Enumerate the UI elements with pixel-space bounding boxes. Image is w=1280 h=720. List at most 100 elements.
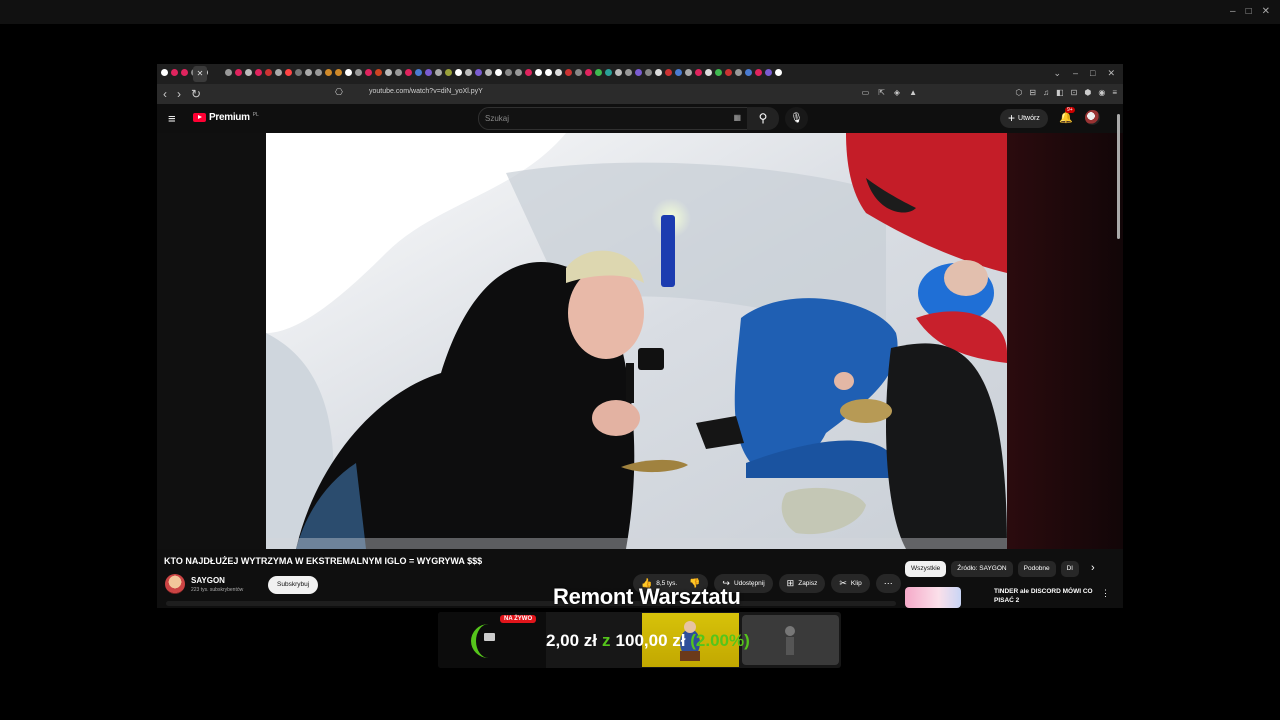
url-text[interactable]: youtube.com/watch?v=diN_yoXl.pyY [369, 88, 483, 95]
browser-tab-favicon[interactable] [535, 69, 542, 76]
browser-tab-favicon[interactable] [595, 69, 602, 76]
browser-tab-favicon[interactable] [725, 69, 732, 76]
minimize-button[interactable]: – [1230, 6, 1236, 17]
browser-tab-favicon[interactable] [615, 69, 622, 76]
browser-tab-favicon[interactable] [735, 69, 742, 76]
browser-tab-favicon[interactable] [645, 69, 652, 76]
browser-tab-favicon[interactable] [485, 69, 492, 76]
screenshot-icon[interactable]: ⊡ [1071, 88, 1078, 97]
browser-tab-favicon[interactable] [245, 69, 252, 76]
browser-tab-favicon[interactable] [415, 69, 422, 76]
browser-tab-favicon[interactable] [161, 69, 168, 76]
browser-tab-favicon[interactable] [665, 69, 672, 76]
rewards-icon[interactable]: ▲ [909, 88, 917, 97]
browser-tab-favicon[interactable] [505, 69, 512, 76]
browser-tab-favicon[interactable] [395, 69, 402, 76]
browser-tab-favicon[interactable] [525, 69, 532, 76]
browser-tab-favicon[interactable] [305, 69, 312, 76]
browser-tab-favicon[interactable] [465, 69, 472, 76]
browser-minimize-button[interactable]: – [1073, 68, 1078, 79]
browser-tab-favicon[interactable] [695, 69, 702, 76]
browser-tab-favicon[interactable] [745, 69, 752, 76]
browser-tab-favicon[interactable] [565, 69, 572, 76]
browser-tab-favicon[interactable] [635, 69, 642, 76]
browser-tab-favicon[interactable] [285, 69, 292, 76]
clip-button[interactable]: ✂ Klip [831, 574, 870, 593]
browser-tab-favicon[interactable] [365, 69, 372, 76]
browser-tab-favicon[interactable] [675, 69, 682, 76]
chip-source[interactable]: Źródło: SAYGON [951, 561, 1013, 577]
back-icon[interactable]: ‹ [163, 87, 167, 101]
subscribe-button[interactable]: Subskrybuj [268, 576, 319, 594]
browser-tab-favicon[interactable] [255, 69, 262, 76]
recommendation-title[interactable]: TINDER ale DISCORD MÓWI CO PISAĆ 2 [994, 587, 1094, 605]
scrollbar[interactable] [1115, 114, 1121, 604]
save-button[interactable]: ⊞ Zapisz [778, 574, 826, 593]
browser-tab-favicon[interactable] [235, 69, 242, 76]
close-button[interactable]: ✕ [1262, 6, 1270, 17]
reader-icon[interactable]: ⊟ [1029, 88, 1036, 97]
browser-tab-favicon[interactable] [685, 69, 692, 76]
reload-icon[interactable]: ↻ [191, 87, 201, 101]
browser-tab-favicon[interactable] [495, 69, 502, 76]
extension-icon[interactable]: ⬡ [1015, 88, 1022, 97]
browser-tab-favicon[interactable] [265, 69, 272, 76]
browser-tab-favicon[interactable] [455, 69, 462, 76]
vpn-icon[interactable]: ◉ [1098, 88, 1105, 97]
mic-icon[interactable]: 🎙 [785, 107, 808, 130]
browser-tab-favicon[interactable] [625, 69, 632, 76]
browser-tab-favicon[interactable] [315, 69, 322, 76]
chevron-right-icon[interactable]: › [1091, 562, 1095, 574]
browser-tab-favicon[interactable] [295, 69, 302, 76]
bookmark-icon[interactable]: ⎔ [335, 87, 343, 98]
browser-maximize-button[interactable]: □ [1090, 68, 1095, 79]
browser-tab-favicon[interactable] [355, 69, 362, 76]
browser-tab-favicon[interactable] [445, 69, 452, 76]
browser-tab-favicon[interactable] [345, 69, 352, 76]
sidebar-icon[interactable]: ◧ [1056, 88, 1064, 97]
browser-tab-favicon[interactable] [575, 69, 582, 76]
recommendation-thumbnail[interactable] [905, 587, 961, 608]
menu-icon[interactable]: ≡ [168, 111, 176, 126]
browser-tab-favicon[interactable] [585, 69, 592, 76]
browser-tab-favicon[interactable] [425, 69, 432, 76]
browser-tab-favicon[interactable] [715, 69, 722, 76]
browser-tab-favicon[interactable] [181, 69, 188, 76]
create-button[interactable]: + Utwórz [1000, 109, 1048, 128]
browser-tab-favicon[interactable] [405, 69, 412, 76]
maximize-button[interactable]: □ [1246, 6, 1252, 17]
browser-tab-favicon[interactable] [545, 69, 552, 76]
browser-tab-favicon[interactable] [765, 69, 772, 76]
browser-close-button[interactable]: ✕ [1107, 68, 1115, 79]
browser-tab-favicon[interactable] [555, 69, 562, 76]
browser-tab-favicon[interactable] [515, 69, 522, 76]
search-button[interactable]: ⚲ [747, 107, 779, 130]
puzzle-icon[interactable]: ⬢ [1084, 88, 1091, 97]
search-input[interactable] [479, 108, 715, 129]
browser-tab-favicon[interactable] [655, 69, 662, 76]
browser-tab-favicon[interactable] [335, 69, 342, 76]
scrollbar-thumb[interactable] [1117, 114, 1120, 239]
browser-tab-favicon[interactable] [605, 69, 612, 76]
browser-tab-favicon[interactable] [775, 69, 782, 76]
recommendation-menu-icon[interactable]: ⋮ [1101, 588, 1110, 599]
browser-tab-favicon[interactable] [375, 69, 382, 76]
forward-icon[interactable]: › [177, 87, 181, 101]
chip-more[interactable]: Dl [1060, 561, 1079, 577]
browser-tab-favicon[interactable] [325, 69, 332, 76]
browser-tab-favicon[interactable] [171, 69, 178, 76]
active-tab-close-icon[interactable]: ✕ [193, 66, 207, 82]
channel-avatar[interactable] [165, 574, 185, 594]
music-icon[interactable]: ♫ [1043, 88, 1049, 97]
browser-menu-icon[interactable]: ≡ [1112, 88, 1117, 97]
video-player[interactable] [266, 133, 1007, 549]
browser-tab-favicon[interactable] [705, 69, 712, 76]
tab-list-dropdown-icon[interactable]: ⌄ [1053, 68, 1061, 79]
browser-tab-favicon[interactable] [385, 69, 392, 76]
address-bar[interactable]: ⎔ youtube.com/watch?v=diN_yoXl.pyY ▭ ⇱ ◈… [335, 87, 917, 101]
browser-tab-favicon[interactable] [755, 69, 762, 76]
chip-related[interactable]: Podobne [1017, 561, 1056, 577]
browser-tab-favicon[interactable] [275, 69, 282, 76]
browser-tab-favicon[interactable] [435, 69, 442, 76]
browser-tab-favicon[interactable] [225, 69, 232, 76]
